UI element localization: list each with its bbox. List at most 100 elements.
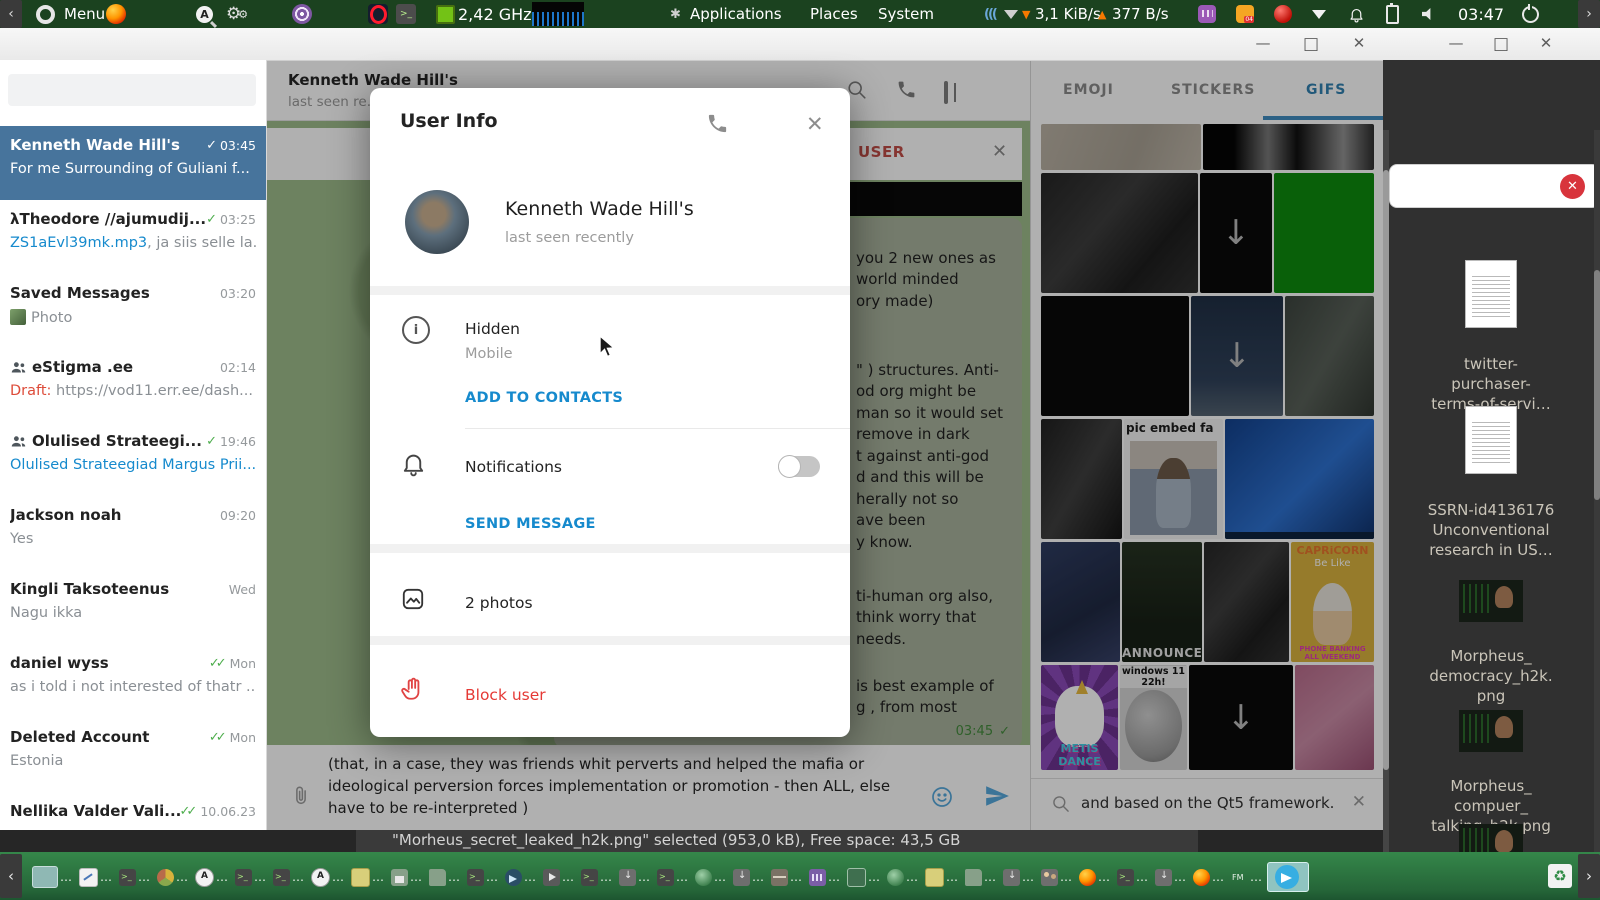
close-button[interactable]: ✕ <box>1344 34 1374 52</box>
panel-collapse-right[interactable]: › <box>1578 0 1600 28</box>
maximize-button[interactable]: □ <box>1296 34 1326 54</box>
workspace-trash-icon[interactable]: ♻ <box>1548 864 1572 888</box>
taskbar-window-button[interactable]: … <box>693 868 728 887</box>
taskbar-window-button[interactable]: … <box>617 868 652 887</box>
taskbar-window-button[interactable]: … <box>30 865 74 889</box>
taskbar-window-button[interactable]: … <box>1153 868 1188 887</box>
scrollbar[interactable] <box>1383 130 1389 852</box>
chat-list-item[interactable]: daniel wyss ✓✓ Mon as i told i not inter… <box>0 644 266 718</box>
applications-menu[interactable]: Applications <box>690 0 782 28</box>
chat-list-item[interactable]: Kingli Taksoteenus Wed Nagu ikka <box>0 570 266 644</box>
taskbar-scroll-right[interactable]: › <box>1578 854 1600 898</box>
taskbar-window-button[interactable]: … <box>541 868 576 887</box>
taskbar-window-button[interactable]: … <box>1001 868 1036 887</box>
tray-audio-icon[interactable] <box>1198 0 1216 28</box>
avatar[interactable] <box>405 190 469 254</box>
cpu-frequency[interactable]: 2,42 GHz <box>458 0 532 28</box>
taskbar-window-button[interactable]: … <box>309 867 346 888</box>
volume-icon[interactable] <box>1422 0 1434 28</box>
taskbar-window-button[interactable]: … <box>1077 868 1112 887</box>
read-check-icon: ✓✓ <box>208 729 227 745</box>
taskbar-window-button[interactable]: … <box>1229 868 1264 887</box>
close-button[interactable]: ✕ <box>1531 34 1561 52</box>
notifications-toggle[interactable] <box>778 455 820 478</box>
chat-list: Kenneth Wade Hill's ✓ 03:45 For me Surro… <box>0 126 266 830</box>
notification-bar: ✕ <box>1389 164 1600 208</box>
taskbar-window-button[interactable] <box>1267 862 1309 892</box>
panel-collapse-left[interactable]: ‹ <box>0 0 22 28</box>
desktop-file[interactable]: SSRN-id4136176 Unconventional research i… <box>1391 386 1591 560</box>
taskbar-window-button[interactable]: … <box>271 868 306 887</box>
tor-browser-icon[interactable] <box>292 0 312 28</box>
send-message-button[interactable]: SEND MESSAGE <box>465 516 596 532</box>
taskbar-window-button[interactable]: … <box>233 868 268 887</box>
taskbar-window-button[interactable]: … <box>1115 868 1150 887</box>
minimize-button[interactable]: — <box>1248 34 1278 52</box>
minimize-button[interactable]: — <box>1441 34 1471 52</box>
archive-icon <box>771 868 788 886</box>
cpu-applet-icon[interactable] <box>436 0 455 28</box>
taskbar-window-button[interactable]: … <box>427 868 462 887</box>
taskbar-window-button[interactable]: … <box>807 868 842 887</box>
tray-record-icon[interactable] <box>1274 0 1292 28</box>
power-icon[interactable] <box>1522 0 1539 28</box>
taskbar-window-button[interactable]: … <box>655 868 690 887</box>
call-icon[interactable] <box>706 112 729 139</box>
taskbar-window-button[interactable]: … <box>193 867 230 888</box>
tray-wifi-icon[interactable] <box>1312 0 1326 28</box>
block-user-button[interactable]: Block user <box>465 686 546 704</box>
battery-icon[interactable] <box>1386 0 1399 28</box>
taskbar-window-button[interactable]: … <box>731 868 766 887</box>
taskbar-window-button[interactable]: … <box>885 868 920 887</box>
chat-list-item[interactable]: λTheodore //ajumudij... ✓ 03:25 ZS1aEvl3… <box>0 200 266 274</box>
chat-list-item[interactable]: eStigma .ee 02:14 Draft: https://vod11.e… <box>0 348 266 422</box>
firefox-launcher-icon[interactable] <box>106 0 126 28</box>
dismiss-notification-icon[interactable]: ✕ <box>1560 174 1585 199</box>
taskbar-window-button[interactable]: … <box>845 867 882 888</box>
taskbar-window-button[interactable]: … <box>389 868 424 887</box>
notes-icon <box>351 867 370 887</box>
chat-list-item[interactable]: Kenneth Wade Hill's ✓ 03:45 For me Surro… <box>0 126 266 200</box>
read-check-icon: ✓ <box>206 137 217 153</box>
chat-list-item[interactable]: Saved Messages 03:20 Photo <box>0 274 266 348</box>
notifications-bell-icon[interactable] <box>1348 0 1365 28</box>
add-to-contacts-button[interactable]: ADD TO CONTACTS <box>465 390 623 406</box>
taskbar-window-button[interactable]: … <box>117 868 152 887</box>
terminal-icon <box>1117 868 1134 886</box>
taskbar-window-button[interactable]: … <box>155 868 190 887</box>
close-dialog-icon[interactable]: ✕ <box>806 112 824 136</box>
taskbar-window-button[interactable]: … <box>1039 868 1074 887</box>
sidebar-search-input[interactable] <box>8 74 256 106</box>
chat-list-item[interactable]: Olulised Strateegi... ✓ 19:46 Olulised S… <box>0 422 266 496</box>
clock[interactable]: 03:47 <box>1458 0 1504 28</box>
menu-button[interactable]: Menu <box>64 0 105 28</box>
taskbar-window-button[interactable]: … <box>77 867 114 888</box>
settings-gears-icon[interactable]: ⚙ ⚙ <box>226 0 248 28</box>
taskbar-window-button[interactable]: … <box>769 868 804 887</box>
photos-count-button[interactable]: 2 photos <box>465 594 533 612</box>
taskbar-scroll-left[interactable]: ‹ <box>0 854 22 898</box>
chat-list-item[interactable]: Deleted Account ✓✓ Mon Estonia <box>0 718 266 792</box>
taskbar-window-button[interactable]: … <box>923 867 960 888</box>
opera-icon[interactable] <box>368 0 388 28</box>
terminal-launcher-icon[interactable] <box>396 0 416 28</box>
taskbar-window-button[interactable]: … <box>1191 868 1226 887</box>
desktop-file[interactable]: Mortheus_ trump_ supporting_h… <box>1391 804 1591 852</box>
chat-list-item[interactable]: Nellika Valder Vali... ✓✓ 10.06.23 <box>0 792 266 830</box>
desktop-file[interactable]: Morpheus_ democracy_h2k. png <box>1391 560 1591 706</box>
taskbar-window-button[interactable]: … <box>465 868 500 887</box>
chat-time: 02:14 <box>219 359 256 375</box>
chat-list-item[interactable]: Jackson noah 09:20 Yes <box>0 496 266 570</box>
tray-folder-icon[interactable] <box>1236 0 1254 28</box>
taskbar-window-button[interactable]: … <box>349 867 386 888</box>
search-tool-icon[interactable]: A <box>196 0 213 28</box>
taskbar-window-button[interactable]: … <box>579 868 614 887</box>
maximize-button[interactable]: □ <box>1486 34 1516 54</box>
system-menu[interactable]: System <box>878 0 934 28</box>
taskbar-window-button[interactable]: … <box>963 868 998 887</box>
scrollbar[interactable] <box>1594 130 1600 852</box>
chat-preview: For me Surrounding of Guliani f... <box>10 161 250 177</box>
taskbar-window-button[interactable]: … <box>503 868 538 887</box>
places-menu[interactable]: Places <box>810 0 858 28</box>
mate-menu-icon[interactable] <box>36 0 55 28</box>
